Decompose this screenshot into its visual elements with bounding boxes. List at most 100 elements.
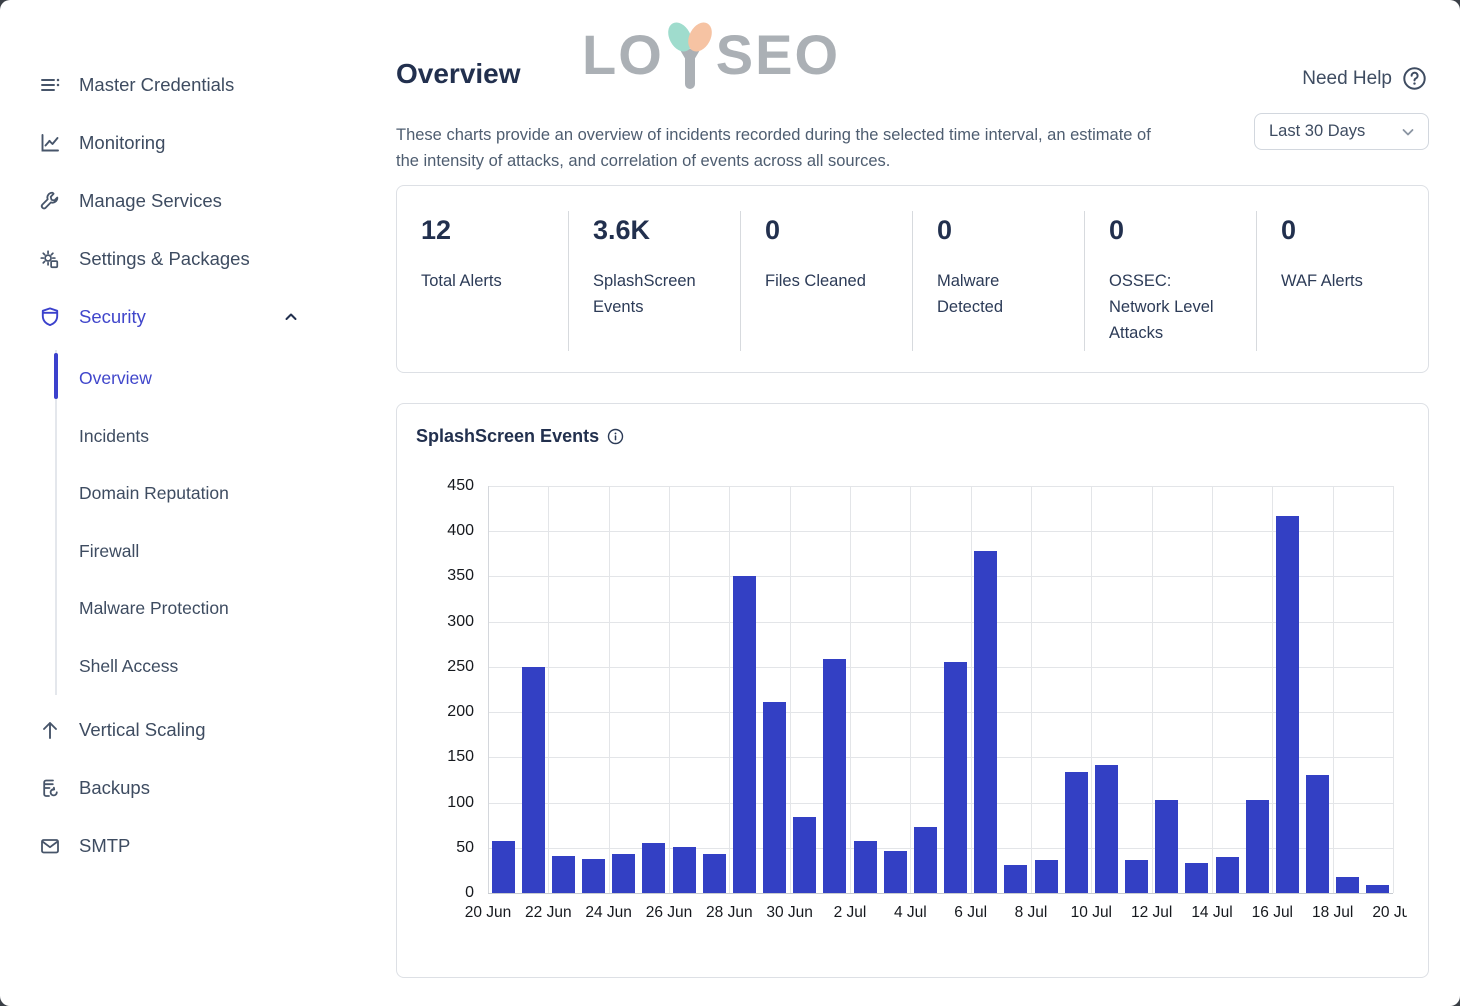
sidebar-subitem-domain-reputation[interactable]: Domain Reputation (57, 465, 396, 523)
stat-splashscreen-events: 3.6K SplashScreen Events (569, 211, 740, 347)
bar-4-jul[interactable] (914, 827, 937, 893)
x-axis-tick-label: 2 Jul (834, 904, 867, 922)
v-gridline (1212, 486, 1213, 893)
subitem-label: Firewall (79, 541, 139, 562)
bar-25-jun[interactable] (642, 843, 665, 893)
bar-12-jul[interactable] (1155, 800, 1178, 893)
stat-value: 0 (1109, 215, 1256, 246)
sidebar-item-master-credentials[interactable]: Master Credentials (0, 56, 396, 114)
sidebar-subitem-overview[interactable]: Overview (57, 350, 396, 408)
bar-15-jul[interactable] (1246, 800, 1269, 893)
time-range-select[interactable]: Last 30 Days (1254, 113, 1429, 150)
sidebar-item-settings-packages[interactable]: Settings & Packages (0, 230, 396, 288)
y-axis-tick-label: 50 (397, 838, 474, 858)
stat-value: 3.6K (593, 215, 740, 246)
bar-22-jun[interactable] (552, 856, 575, 893)
bar-6-jul[interactable] (974, 551, 997, 893)
stat-value: 12 (421, 215, 568, 246)
bar-13-jul[interactable] (1185, 863, 1208, 893)
v-gridline (850, 486, 851, 893)
stat-label: Total Alerts (421, 268, 543, 294)
sidebar-item-label: Manage Services (79, 190, 222, 212)
bar-9-jul[interactable] (1065, 772, 1088, 893)
bar-26-jun[interactable] (673, 847, 696, 893)
bar-29-jun[interactable] (763, 702, 786, 893)
v-gridline (910, 486, 911, 893)
stat-files-cleaned: 0 Files Cleaned (741, 211, 912, 347)
stat-label: Files Cleaned (765, 268, 887, 294)
bar-23-jun[interactable] (582, 859, 605, 893)
h-gridline (488, 893, 1393, 894)
stat-total-alerts: 12 Total Alerts (397, 211, 568, 347)
bar-7-jul[interactable] (1004, 865, 1027, 893)
stat-label: OSSEC: Network Level Attacks (1109, 268, 1231, 346)
stat-malware-detected: 0 Malware Detected (913, 211, 1084, 347)
bar-17-jul[interactable] (1306, 775, 1329, 893)
bar-21-jun[interactable] (522, 667, 545, 893)
bar-24-jun[interactable] (612, 854, 635, 893)
bar-8-jul[interactable] (1035, 860, 1058, 893)
info-icon[interactable] (607, 428, 624, 445)
sidebar-subitem-malware-protection[interactable]: Malware Protection (57, 580, 396, 638)
bar-2-jul[interactable] (854, 841, 877, 893)
wrench-icon (38, 190, 61, 213)
x-axis-tick-label: 22 Jun (525, 904, 572, 922)
bar-20-jun[interactable] (492, 841, 515, 893)
bar-30-jun[interactable] (793, 817, 816, 893)
sidebar-subitem-incidents[interactable]: Incidents (57, 408, 396, 466)
y-axis-tick-label: 150 (397, 747, 474, 767)
active-indicator (54, 353, 58, 399)
h-gridline (488, 622, 1393, 623)
time-range-value: Last 30 Days (1269, 122, 1365, 141)
bar-1-jul[interactable] (823, 659, 846, 893)
bar-18-jul[interactable] (1336, 877, 1359, 893)
sidebar-item-label: Master Credentials (79, 74, 234, 96)
question-circle-icon (1402, 66, 1427, 91)
y-axis-tick-label: 450 (397, 476, 474, 496)
need-help-link[interactable]: Need Help (1302, 66, 1427, 91)
y-axis-tick-label: 300 (397, 612, 474, 632)
sidebar-item-security[interactable]: Security (0, 288, 396, 346)
security-subnav: Overview Incidents Domain Reputation Fir… (55, 350, 396, 695)
v-gridline (1393, 486, 1394, 893)
sidebar-item-label: SMTP (79, 835, 130, 857)
mail-icon (38, 835, 61, 858)
h-gridline (488, 486, 1393, 487)
bar-14-jul[interactable] (1216, 857, 1239, 893)
subitem-label: Overview (79, 368, 152, 389)
x-axis-tick-label: 14 Jul (1191, 904, 1232, 922)
bar-16-jul[interactable] (1276, 516, 1299, 893)
bar-19-jul[interactable] (1366, 885, 1389, 893)
bar-11-jul[interactable] (1125, 860, 1148, 893)
stat-label: Malware Detected (937, 268, 1059, 320)
v-gridline (729, 486, 730, 893)
bar-3-jul[interactable] (884, 851, 907, 893)
stat-waf-alerts: 0 WAF Alerts (1257, 211, 1428, 347)
bar-5-jul[interactable] (944, 662, 967, 893)
bar-28-jun[interactable] (733, 576, 756, 893)
h-gridline (488, 531, 1393, 532)
chevron-down-icon (1400, 124, 1416, 140)
x-axis-tick-label: 20 Jul (1372, 904, 1407, 922)
h-gridline (488, 712, 1393, 713)
sidebar-item-manage-services[interactable]: Manage Services (0, 172, 396, 230)
sidebar-item-monitoring[interactable]: Monitoring (0, 114, 396, 172)
v-gridline (971, 486, 972, 893)
sidebar-subitem-shell-access[interactable]: Shell Access (57, 638, 396, 696)
list-icon (38, 74, 61, 97)
sidebar-subitem-firewall[interactable]: Firewall (57, 523, 396, 581)
sidebar-item-backups[interactable]: Backups (0, 759, 396, 817)
v-gridline (1091, 486, 1092, 893)
h-gridline (488, 667, 1393, 668)
backup-icon (38, 777, 61, 800)
bar-27-jun[interactable] (703, 854, 726, 893)
arrow-up-icon (38, 719, 61, 742)
sidebar-item-vertical-scaling[interactable]: Vertical Scaling (0, 701, 396, 759)
stat-value: 0 (937, 215, 1084, 246)
need-help-label: Need Help (1302, 68, 1392, 90)
x-axis-tick-label: 18 Jul (1312, 904, 1353, 922)
bar-10-jul[interactable] (1095, 765, 1118, 893)
chevron-up-icon[interactable] (282, 308, 300, 326)
sidebar-item-smtp[interactable]: SMTP (0, 817, 396, 875)
h-gridline (488, 757, 1393, 758)
